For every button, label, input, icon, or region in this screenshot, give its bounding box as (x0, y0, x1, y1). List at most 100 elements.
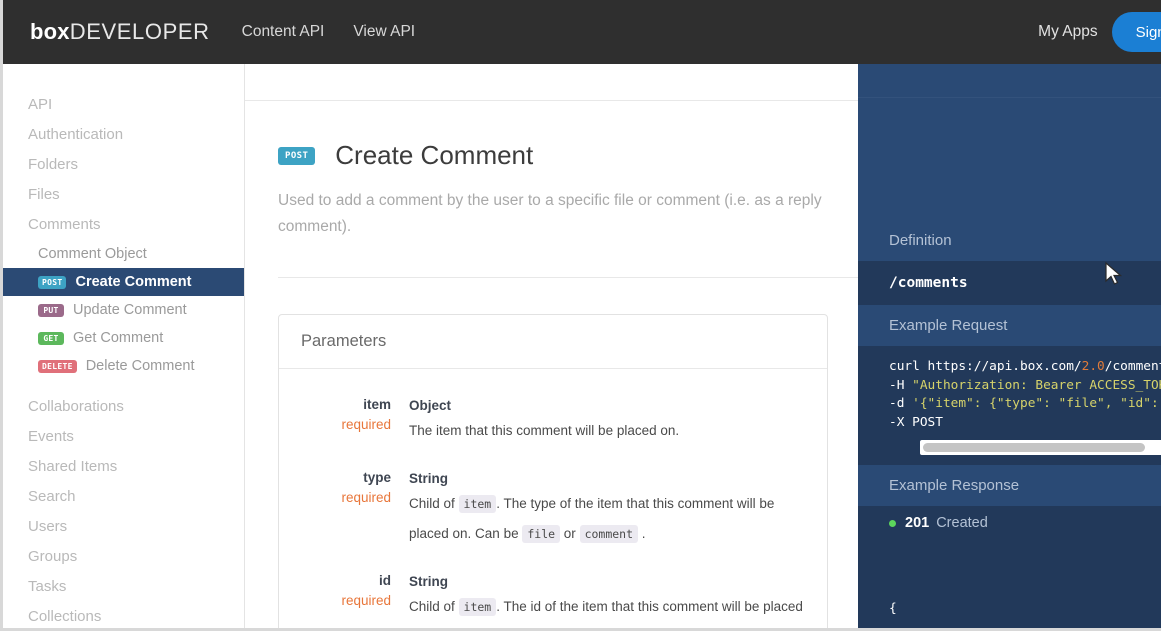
sidebar-spacer (0, 380, 244, 392)
inline-code-chip: file (522, 525, 560, 543)
my-apps-link[interactable]: My Apps (1038, 23, 1097, 41)
sidebar-item-comment-object[interactable]: Comment Object (0, 240, 244, 268)
status-code: 201 (905, 515, 929, 531)
app-window: boxDEVELOPER Content API View API My App… (0, 0, 1161, 631)
inline-code-chip: item (459, 495, 497, 513)
sidebar-item-collections[interactable]: Collections (0, 602, 244, 631)
sidebar-item-get-comment[interactable]: GET Get Comment (0, 324, 244, 352)
top-right-actions: My Apps Sign Up (1038, 0, 1161, 64)
code-line: { (889, 598, 1161, 619)
code-token: -d (889, 396, 912, 411)
parameter-required-flag: required (279, 591, 391, 611)
parameter-required-flag: required (279, 415, 391, 435)
code-line: -H "Authorization: Bearer ACCESS_TOKEN" (889, 377, 1161, 396)
parameter-description: Child of item. The id of the item that t… (409, 592, 811, 631)
sidebar-item-label: Create Comment (75, 273, 191, 291)
parameter-type: String (409, 468, 811, 489)
brand-developer: DEVELOPER (70, 19, 210, 44)
content-inner: POST Create Comment Used to add a commen… (245, 64, 858, 631)
sidebar-item-collaborations[interactable]: Collaborations (0, 392, 244, 422)
sidebar-item-tasks[interactable]: Tasks (0, 572, 244, 602)
sidebar-top-section: API Authentication Folders Files Comment… (0, 64, 244, 240)
table-row: type required String Child of item. The … (279, 458, 827, 561)
parameter-name: item (279, 395, 391, 415)
sidebar-item-create-comment[interactable]: POST Create Comment (0, 268, 244, 296)
parameter-description: Child of item. The type of the item that… (409, 489, 811, 549)
code-token: curl https://api.box.com/ (889, 359, 1082, 374)
page-title: Create Comment (335, 140, 533, 171)
sidebar-item-folders[interactable]: Folders (0, 150, 244, 180)
parameter-name: type (279, 468, 391, 488)
sidebar-comments-children: Comment Object POST Create Comment PUT U… (0, 240, 244, 380)
parameter-name-cell: item required (279, 395, 409, 446)
sidebar-item-api[interactable]: API (0, 90, 244, 120)
post-method-badge: POST (278, 147, 315, 165)
page-description: Used to add a comment by the user to a s… (278, 188, 825, 240)
sidebar-bottom-section: Collaborations Events Shared Items Searc… (0, 392, 244, 631)
code-line: -d '{"item": {"type": "file", "id": "F (889, 395, 1161, 414)
main-content: POST Create Comment Used to add a commen… (245, 64, 858, 631)
nav-content-api[interactable]: Content API (242, 23, 325, 41)
post-method-badge: POST (38, 276, 66, 289)
code-token: -H (889, 378, 912, 393)
horizontal-scrollbar[interactable] (920, 440, 1161, 455)
section-divider (278, 277, 858, 278)
sidebar-item-comments[interactable]: Comments (0, 210, 244, 240)
sidebar-item-label: Comment Object (38, 245, 147, 263)
sidebar-navigation[interactable]: API Authentication Folders Files Comment… (0, 64, 245, 631)
delete-method-badge: DELETE (38, 360, 77, 373)
request-code-block[interactable]: curl https://api.box.com/2.0/comments -H… (858, 346, 1161, 465)
status-dot-icon (889, 520, 896, 527)
code-line: -X POST (889, 414, 1161, 433)
parameter-name-cell: id required (279, 571, 409, 631)
status-badge: 201 Created (858, 506, 1161, 540)
brand-box: box (30, 19, 70, 44)
box-developer-logo[interactable]: boxDEVELOPER (30, 19, 210, 45)
get-method-badge: GET (38, 332, 64, 345)
example-request-label: Example Request (858, 305, 1161, 346)
sidebar-item-groups[interactable]: Groups (0, 542, 244, 572)
mouse-cursor (1104, 262, 1124, 288)
sidebar-item-events[interactable]: Events (0, 422, 244, 452)
top-navigation-bar: boxDEVELOPER Content API View API My App… (0, 0, 1161, 64)
sidebar-item-label: Delete Comment (86, 357, 195, 375)
parameter-required-flag: required (279, 488, 391, 508)
code-line: curl https://api.box.com/2.0/comments (889, 358, 1161, 377)
code-token: -X POST (889, 415, 943, 430)
table-row: item required Object The item that this … (279, 385, 827, 458)
sidebar-item-users[interactable]: Users (0, 512, 244, 542)
inline-code-chip: item (459, 598, 497, 616)
put-method-badge: PUT (38, 304, 64, 317)
table-row: id required String Child of item. The id… (279, 561, 827, 631)
sidebar-item-search[interactable]: Search (0, 482, 244, 512)
sidebar-item-delete-comment[interactable]: DELETE Delete Comment (0, 352, 244, 380)
definition-label: Definition (858, 220, 1161, 261)
panel-spacer (858, 98, 1161, 220)
scrollbar-thumb[interactable] (923, 443, 1145, 452)
parameter-desc-cell: String Child of item. The id of the item… (409, 571, 811, 631)
top-nav-links: Content API View API (242, 23, 445, 41)
example-response-label: Example Response (858, 465, 1161, 506)
sidebar-item-label: Get Comment (73, 329, 163, 347)
parameter-description: The item that this comment will be place… (409, 416, 811, 446)
sidebar-item-authentication[interactable]: Authentication (0, 120, 244, 150)
sign-up-button[interactable]: Sign Up (1112, 12, 1161, 52)
parameter-type: String (409, 571, 811, 592)
response-code-block[interactable]: { "type": "comment", "id": "191969", "is… (858, 540, 1161, 631)
status-text: Created (936, 515, 988, 531)
parameter-type: Object (409, 395, 811, 416)
sidebar-item-shared-items[interactable]: Shared Items (0, 452, 244, 482)
api-reference-panel: Definition /comments Example Request cur… (858, 64, 1161, 631)
code-token: '{"item": {"type": "file", "id": "F (912, 396, 1161, 411)
parameter-name: id (279, 571, 391, 591)
parameters-heading: Parameters (279, 315, 827, 369)
code-token: /comments (1105, 359, 1161, 374)
code-token: "Authorization: Bearer ACCESS_TOKEN" (912, 378, 1161, 393)
parameter-desc-cell: Object The item that this comment will b… (409, 395, 811, 446)
sidebar-item-update-comment[interactable]: PUT Update Comment (0, 296, 244, 324)
code-token: 2.0 (1082, 359, 1105, 374)
sidebar-item-files[interactable]: Files (0, 180, 244, 210)
nav-view-api[interactable]: View API (353, 23, 415, 41)
parameters-card: Parameters item required Object The item… (278, 314, 828, 631)
inline-code-chip: comment (580, 525, 638, 543)
